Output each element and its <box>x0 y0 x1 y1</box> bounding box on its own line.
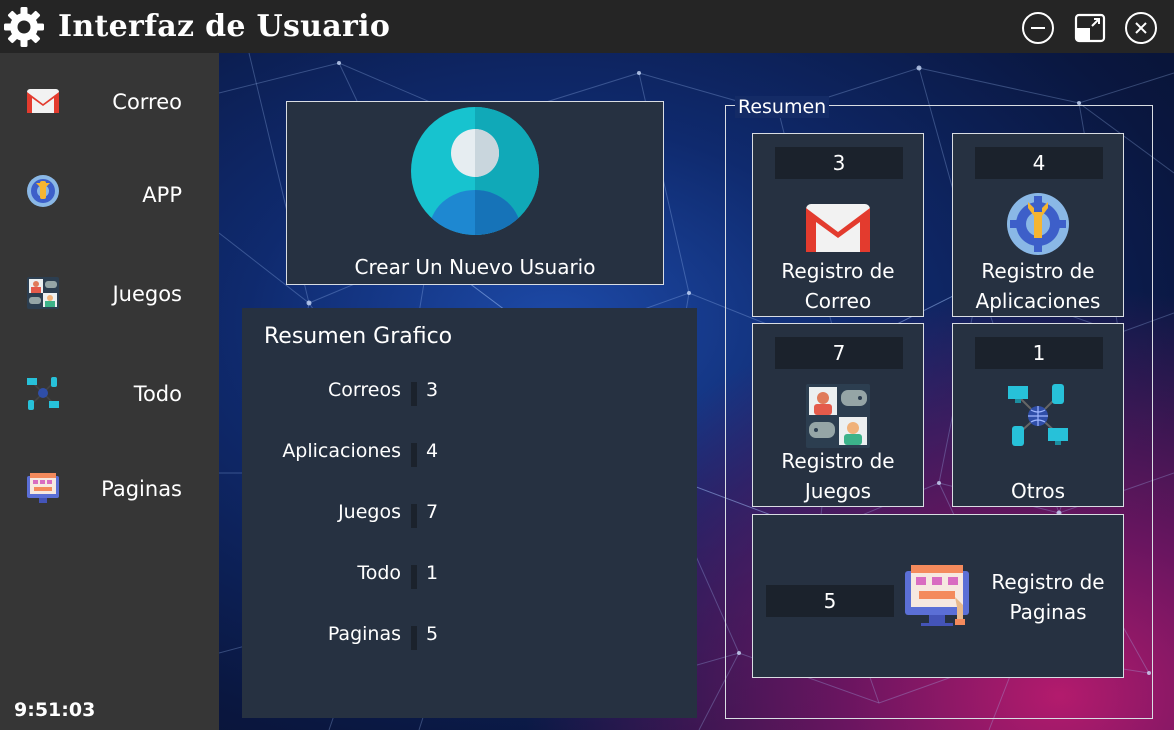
restore-button[interactable] <box>1073 11 1107 45</box>
summary-row-label: Paginas <box>327 623 401 645</box>
network-icon <box>1008 384 1068 446</box>
summary-bar <box>411 626 417 650</box>
summary-bar <box>411 504 417 528</box>
tile-label: Registro de Juegos <box>753 446 923 506</box>
summary-row-label: Juegos <box>338 501 401 523</box>
summary-bar <box>411 382 417 406</box>
sidebar-item-correo[interactable]: Correo <box>0 71 219 131</box>
tile-registro-aplicaciones[interactable]: 4 Registro de Aplicaciones <box>952 133 1124 317</box>
summary-row-value: 3 <box>426 379 439 401</box>
tile-label: Registro de Aplicaciones <box>953 256 1123 316</box>
summary-bar <box>411 565 417 589</box>
graphic-summary-title: Resumen Grafico <box>264 324 453 349</box>
summary-row-paginas: Paginas 5 <box>242 623 697 653</box>
minimize-button[interactable] <box>1021 11 1055 45</box>
summary-row-correos: Correos 3 <box>242 379 697 409</box>
tile-count: 5 <box>766 585 894 617</box>
user-avatar-icon <box>411 107 539 235</box>
tile-label-line: Registro de <box>981 259 1095 283</box>
tile-count: 4 <box>975 147 1103 179</box>
sidebar-item-app[interactable]: APP <box>0 163 219 223</box>
sidebar-item-label: Correo <box>112 90 182 114</box>
tile-label: Registro de Correo <box>753 256 923 316</box>
network-icon <box>27 377 59 410</box>
sidebar-item-juegos[interactable]: Juegos <box>0 263 219 323</box>
webpage-icon <box>905 565 969 626</box>
tile-label: Otros <box>953 446 1123 506</box>
tile-label-line <box>953 446 1123 476</box>
tile-label: Registro de Paginas <box>983 567 1113 627</box>
sidebar: Correo APP Juegos Todo Paginas 9:51:03 <box>0 53 219 730</box>
summary-row-label: Correos <box>328 379 401 401</box>
app-gear-icon <box>27 175 59 207</box>
summary-row-value: 7 <box>426 501 439 523</box>
close-button[interactable] <box>1124 11 1158 45</box>
tile-label-line: Juegos <box>804 479 872 503</box>
summary-row-todo: Todo 1 <box>242 562 697 592</box>
tile-label-line: Aplicaciones <box>975 289 1101 313</box>
tile-count: 1 <box>975 337 1103 369</box>
clock: 9:51:03 <box>14 699 96 721</box>
summary-row-aplicaciones: Aplicaciones 4 <box>242 440 697 470</box>
tile-count: 3 <box>775 147 903 179</box>
title-bar: Interfaz de Usuario <box>0 0 1174 53</box>
sidebar-item-label: APP <box>142 183 182 207</box>
tile-label-line: Registro de <box>781 449 895 473</box>
create-user-button[interactable]: Crear Un Nuevo Usuario <box>286 101 664 285</box>
tile-label-line: Otros <box>1010 479 1066 503</box>
summary-bar <box>411 443 417 467</box>
summary-row-label: Todo <box>357 562 401 584</box>
window-title: Interfaz de Usuario <box>58 9 391 44</box>
summary-row-label: Aplicaciones <box>282 440 401 462</box>
graphic-summary-panel: Resumen Grafico Correos 3 Aplicaciones 4… <box>242 308 697 718</box>
tile-label-line: Registro de <box>991 570 1105 594</box>
summary-row-value: 1 <box>426 562 439 584</box>
gamers-icon <box>27 277 59 309</box>
gmail-icon <box>806 204 870 252</box>
tile-label-line: Correo <box>804 289 872 313</box>
app-gear-icon <box>1007 193 1069 255</box>
tile-label-line: Paginas <box>1009 600 1087 624</box>
tile-registro-paginas[interactable]: 5 Registro de Paginas <box>752 514 1124 678</box>
sidebar-item-label: Paginas <box>101 477 182 501</box>
tile-registro-juegos[interactable]: 7 Registro de Juegos <box>752 323 924 507</box>
sidebar-item-label: Todo <box>133 382 182 406</box>
sidebar-item-label: Juegos <box>112 282 182 306</box>
sidebar-item-paginas[interactable]: Paginas <box>0 458 219 518</box>
summary-group-legend: Resumen <box>735 96 830 118</box>
sidebar-item-todo[interactable]: Todo <box>0 363 219 423</box>
summary-row-juegos: Juegos 7 <box>242 501 697 531</box>
tile-registro-correo[interactable]: 3 Registro de Correo <box>752 133 924 317</box>
webpage-icon <box>27 473 59 503</box>
gmail-icon <box>27 89 59 113</box>
create-user-label: Crear Un Nuevo Usuario <box>354 255 596 279</box>
summary-row-value: 5 <box>426 623 439 645</box>
gamers-icon <box>806 384 870 448</box>
gear-icon <box>4 7 44 47</box>
tile-count: 7 <box>775 337 903 369</box>
close-icon <box>1125 12 1157 44</box>
restore-icon <box>1074 13 1106 43</box>
minimize-icon <box>1022 12 1054 44</box>
tile-otros[interactable]: 1 Otros <box>952 323 1124 507</box>
summary-row-value: 4 <box>426 440 439 462</box>
tile-label-line: Registro de <box>781 259 895 283</box>
